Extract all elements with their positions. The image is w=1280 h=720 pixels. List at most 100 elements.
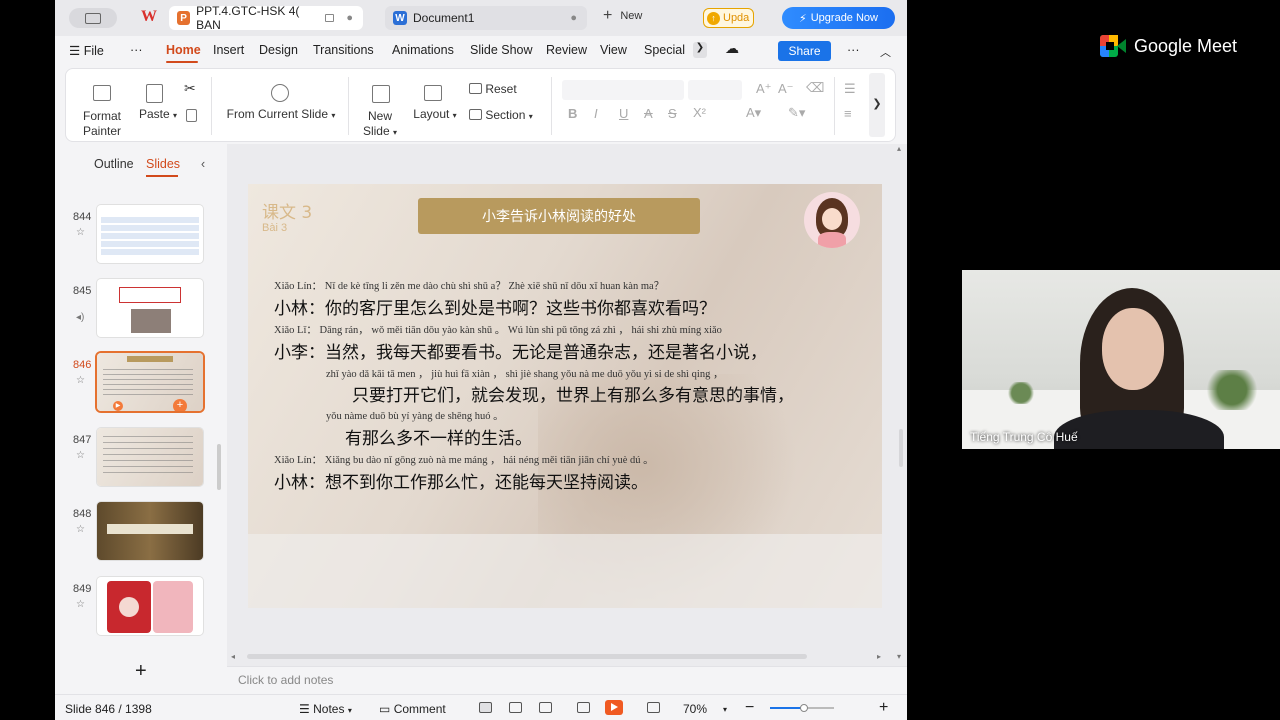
notes-placeholder[interactable]: Click to add notes bbox=[238, 673, 333, 687]
slide-thumbnail[interactable] bbox=[97, 577, 203, 635]
reset-button[interactable]: Reset bbox=[469, 82, 517, 96]
strikethrough-icon[interactable]: A bbox=[644, 106, 653, 121]
menu-view[interactable]: View bbox=[600, 43, 627, 57]
new-tab-button[interactable]: + New bbox=[603, 8, 642, 24]
wps-logo-icon[interactable]: W bbox=[141, 8, 161, 28]
underline-icon[interactable]: U bbox=[619, 106, 628, 121]
normal-view-icon[interactable] bbox=[479, 702, 492, 713]
more-options-icon[interactable]: ··· bbox=[847, 43, 860, 57]
slide-thumbnail-row[interactable]: 848 ☆ bbox=[55, 502, 227, 566]
star-icon[interactable]: ☆ bbox=[76, 227, 85, 238]
zoom-slider-handle[interactable] bbox=[799, 704, 808, 712]
slide-sorter-icon[interactable] bbox=[509, 702, 522, 713]
play-slideshow-icon[interactable] bbox=[605, 700, 623, 715]
bold-icon[interactable]: B bbox=[568, 106, 577, 121]
collapse-pane-icon[interactable]: ‹ bbox=[201, 157, 205, 171]
tab-document[interactable]: W Document1 ● bbox=[385, 6, 587, 30]
current-slide[interactable]: 课文 3 Bài 3 小李告诉小林阅读的好处 Xiǎo Lín： Nǐ de k… bbox=[248, 184, 882, 608]
screen-icon[interactable] bbox=[324, 14, 335, 22]
horizontal-scrollbar[interactable] bbox=[247, 654, 807, 659]
menu-home[interactable]: Home bbox=[166, 43, 201, 57]
tab-close-icon[interactable]: ● bbox=[346, 12, 353, 24]
file-menu[interactable]: ☰ File bbox=[69, 43, 104, 58]
slide-thumbnail-row[interactable]: 847 ☆ bbox=[55, 428, 227, 492]
share-button[interactable]: Share bbox=[778, 41, 831, 61]
format-painter-button[interactable]: Format Painter bbox=[74, 109, 130, 139]
home-button[interactable] bbox=[69, 8, 117, 28]
slide-thumbnail[interactable] bbox=[97, 502, 203, 560]
upgrade-now-button[interactable]: ⚡ Upgrade Now bbox=[782, 7, 895, 29]
star-icon[interactable]: ☆ bbox=[76, 450, 85, 461]
strike-s-icon[interactable]: S bbox=[668, 106, 677, 121]
ribbon-scroll-right-icon[interactable]: ❯ bbox=[869, 73, 885, 137]
paste-button[interactable]: Paste ▾ bbox=[134, 107, 182, 121]
menu-insert[interactable]: Insert bbox=[213, 43, 244, 57]
star-icon[interactable]: ☆ bbox=[76, 524, 85, 535]
increase-font-icon[interactable]: A⁺ bbox=[756, 81, 772, 97]
more-menu-button[interactable]: ··· bbox=[130, 43, 143, 57]
notes-button[interactable]: ☰ Notes ▾ bbox=[299, 702, 352, 716]
font-color-icon[interactable]: A▾ bbox=[746, 105, 761, 121]
slides-pane-scrollbar[interactable] bbox=[217, 444, 221, 490]
slide-thumbnail[interactable] bbox=[97, 205, 203, 263]
slide-thumbnail[interactable] bbox=[97, 428, 203, 486]
bullets-icon[interactable]: ☰ bbox=[844, 81, 856, 97]
cloud-sync-icon[interactable]: ☁ bbox=[725, 40, 739, 57]
update-button[interactable]: ↑ Upda bbox=[703, 8, 754, 28]
zoom-in-icon[interactable]: + bbox=[879, 699, 888, 717]
add-slide-button[interactable]: + bbox=[135, 660, 147, 683]
from-current-slide-button[interactable]: From Current Slide ▾ bbox=[222, 107, 340, 121]
italic-icon[interactable]: I bbox=[594, 106, 598, 121]
star-icon[interactable]: ☆ bbox=[76, 599, 85, 610]
scroll-left-icon[interactable]: ◂ bbox=[231, 652, 235, 661]
new-slide-button[interactable]: New Slide ▾ bbox=[358, 109, 402, 140]
zoom-dropdown-icon[interactable]: ▾ bbox=[723, 705, 727, 714]
collapse-ribbon-icon[interactable]: ︿ bbox=[880, 44, 891, 60]
menu-slide-show[interactable]: Slide Show bbox=[470, 43, 533, 57]
zoom-slider[interactable] bbox=[770, 704, 834, 712]
fit-screen-icon[interactable] bbox=[647, 702, 660, 713]
tab-slides[interactable]: Slides bbox=[146, 157, 180, 171]
zoom-out-icon[interactable]: − bbox=[745, 699, 754, 717]
reading-view-icon[interactable] bbox=[539, 702, 552, 713]
scroll-right-icon[interactable]: ▸ bbox=[877, 652, 881, 661]
zoom-level[interactable]: 70% bbox=[683, 702, 707, 716]
notes-area[interactable]: Click to add notes bbox=[227, 666, 907, 692]
font-family-select[interactable] bbox=[562, 80, 684, 100]
menu-design[interactable]: Design bbox=[259, 43, 298, 57]
slide-thumbnail-row-selected[interactable]: 846 ☆ ▶ + bbox=[55, 353, 227, 417]
copy-icon[interactable] bbox=[186, 109, 197, 122]
layout-button[interactable]: Layout ▾ bbox=[410, 107, 460, 121]
superscript-icon[interactable]: X² bbox=[693, 105, 706, 120]
section-button[interactable]: Section ▾ bbox=[469, 108, 533, 122]
scroll-up-icon[interactable]: ▴ bbox=[897, 144, 901, 153]
menu-review[interactable]: Review bbox=[546, 43, 587, 57]
play-icon[interactable]: ▶ bbox=[113, 401, 123, 411]
font-size-select[interactable] bbox=[688, 80, 742, 100]
menu-animations[interactable]: Animations bbox=[392, 43, 454, 57]
tab-presentation[interactable]: P PPT.4.GTC-HSK 4( BAN ● bbox=[169, 4, 363, 32]
slide-thumbnail[interactable] bbox=[97, 279, 203, 337]
vertical-scrollbar[interactable] bbox=[899, 429, 903, 467]
cut-icon[interactable]: ✂ bbox=[184, 80, 196, 97]
clear-format-icon[interactable]: ⌫ bbox=[806, 80, 824, 96]
slide-title[interactable]: 小李告诉小林阅读的好处 bbox=[418, 198, 700, 234]
tab-outline[interactable]: Outline bbox=[94, 157, 134, 171]
decrease-font-icon[interactable]: A⁻ bbox=[778, 81, 794, 97]
comment-button[interactable]: ▭ Comment bbox=[379, 702, 446, 716]
add-slide-icon[interactable]: + bbox=[173, 399, 187, 411]
slide-thumbnail-row[interactable]: 849 ☆ bbox=[55, 577, 227, 641]
slide-thumbnail-row[interactable]: 845 ◂) bbox=[55, 279, 227, 343]
align-icon[interactable]: ≡ bbox=[844, 106, 852, 121]
participant-video-tile[interactable]: Tiếng Trung Cô Huế bbox=[962, 270, 1280, 449]
slide-thumbnail-row[interactable]: 844 ☆ bbox=[55, 205, 227, 269]
menu-special[interactable]: Special F bbox=[644, 43, 688, 57]
highlight-icon[interactable]: ✎▾ bbox=[788, 105, 805, 121]
camera-icon[interactable] bbox=[577, 702, 590, 713]
chevron-right-icon[interactable]: ❯ bbox=[693, 42, 707, 58]
tab-close-icon[interactable]: ● bbox=[570, 12, 577, 24]
scroll-down-icon[interactable]: ▾ bbox=[897, 652, 901, 661]
slide-thumbnail-current[interactable]: ▶ + bbox=[97, 353, 203, 411]
star-icon[interactable]: ☆ bbox=[76, 375, 85, 386]
menu-transitions[interactable]: Transitions bbox=[313, 43, 374, 57]
